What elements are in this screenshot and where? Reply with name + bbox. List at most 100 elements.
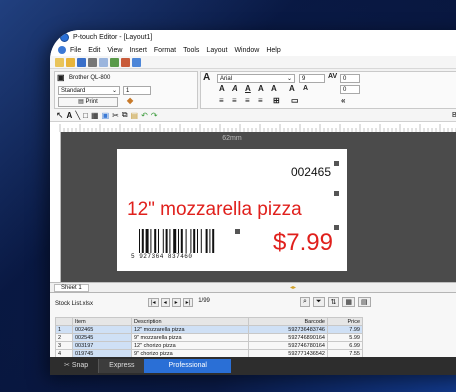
description-cell[interactable]: 12" mozzarella pizza xyxy=(131,325,249,334)
next-record-icon[interactable]: ▸ xyxy=(171,298,181,307)
layout-canvas[interactable]: 62mm 002465 12" mozzarella pizza 5 92736… xyxy=(61,132,456,282)
filter-icon[interactable]: ⏷ xyxy=(312,297,325,307)
table-tool-icon[interactable]: ▦ xyxy=(91,111,99,120)
print-icon[interactable] xyxy=(88,57,97,67)
image-tool-icon[interactable]: ▣ xyxy=(102,111,110,120)
table-row[interactable]: 1 002465 12" mozzarella pizza 5927364837… xyxy=(55,325,363,334)
product-name-text[interactable]: 12" mozzarella pizza xyxy=(127,199,302,221)
library-icon[interactable] xyxy=(132,57,141,67)
price-cell[interactable]: 6.99 xyxy=(327,341,363,350)
column-header[interactable]: Price xyxy=(327,317,363,326)
print-mode-select[interactable]: Standard ⌄ xyxy=(58,86,120,95)
font-family-value: Arial xyxy=(220,76,233,82)
shape-tool-icon[interactable]: □ xyxy=(83,111,88,120)
char-spacing-field[interactable]: 0 xyxy=(340,74,360,83)
item-code-text[interactable]: 002465 xyxy=(291,165,331,179)
transfer-icon[interactable] xyxy=(121,57,130,67)
barcode-bar xyxy=(178,229,179,253)
first-record-icon[interactable]: |◂ xyxy=(148,298,159,307)
font-icon: A xyxy=(203,72,211,83)
grow-font-icon[interactable]: A xyxy=(289,84,295,93)
underline-icon[interactable]: A xyxy=(245,84,251,93)
new-icon[interactable] xyxy=(55,57,64,67)
sort-icon[interactable]: ⇅ xyxy=(327,297,340,307)
menu-help[interactable]: Help xyxy=(266,47,280,54)
standard-toolbar xyxy=(50,56,456,69)
more-options-icon[interactable]: « xyxy=(341,96,345,105)
italic-icon[interactable]: A xyxy=(232,84,238,93)
line-spacing-field[interactable]: 0 xyxy=(340,85,360,94)
print-options-icon[interactable]: ◆ xyxy=(127,96,133,105)
save-icon[interactable] xyxy=(77,57,86,67)
buy-icon[interactable]: Buy xyxy=(452,112,456,119)
item-cell[interactable]: 002545 xyxy=(72,333,132,342)
item-cell[interactable]: 003197 xyxy=(72,341,132,350)
menu-tools[interactable]: Tools xyxy=(183,47,199,54)
column-header[interactable]: Item xyxy=(72,317,132,326)
menu-file[interactable]: File xyxy=(70,47,81,54)
barcode-cell[interactable]: 592746780164 xyxy=(248,341,328,350)
align-center-icon[interactable]: ≡ xyxy=(232,96,237,105)
barcode-bar xyxy=(145,229,149,253)
font-family-select[interactable]: Arial ⌄ xyxy=(217,74,295,83)
price-cell[interactable]: 5.99 xyxy=(327,333,363,342)
label-preview[interactable]: 002465 12" mozzarella pizza 5 927364 837… xyxy=(117,149,347,271)
row-number: 2 xyxy=(55,333,73,342)
price-text[interactable]: $7.99 xyxy=(273,229,333,257)
redo-icon[interactable]: ↷ xyxy=(151,111,158,120)
window-title: P-touch Editor - [Layout1] xyxy=(73,33,153,41)
table-row[interactable]: 2 002545 9" mozzarella pizza 59274689016… xyxy=(55,333,363,342)
barcode-bars xyxy=(139,229,215,253)
line-tool-icon[interactable]: ╲ xyxy=(75,111,80,120)
frame-icon[interactable]: ▭ xyxy=(291,96,299,105)
column-header[interactable]: Description xyxy=(131,317,249,326)
undo-icon[interactable]: ↶ xyxy=(141,111,148,120)
barcode-graphic[interactable] xyxy=(139,229,235,255)
copies-stepper[interactable]: 1 xyxy=(123,86,151,95)
table-row[interactable]: 3 003197 12" chorizo pizza 592746780164 … xyxy=(55,341,363,350)
description-cell[interactable]: 9" mozzarella pizza xyxy=(131,333,249,342)
description-cell[interactable]: 12" chorizo pizza xyxy=(131,341,249,350)
print-preview-icon[interactable] xyxy=(99,57,108,67)
barcode-cell[interactable]: 592736483746 xyxy=(248,325,328,334)
price-cell[interactable]: 7.99 xyxy=(327,325,363,334)
last-record-icon[interactable]: ▸| xyxy=(182,298,194,307)
font-size-select[interactable]: 9 xyxy=(299,74,325,83)
shrink-font-icon[interactable]: A xyxy=(303,85,308,92)
cut-icon[interactable]: ✂ xyxy=(112,111,119,120)
text-tool-icon[interactable]: A xyxy=(67,111,73,120)
scroll-left-icon[interactable]: ◂▸ xyxy=(290,284,296,291)
vertical-text-icon[interactable]: ⊞ xyxy=(273,96,280,105)
justify-icon[interactable]: ≡ xyxy=(258,96,263,105)
menu-layout[interactable]: Layout xyxy=(206,47,227,54)
menu-insert[interactable]: Insert xyxy=(129,47,147,54)
sheet-tab[interactable]: Sheet 1 xyxy=(54,284,89,292)
item-cell[interactable]: 002465 xyxy=(72,325,132,334)
bold-icon[interactable]: A xyxy=(219,84,225,93)
prev-record-icon[interactable]: ◂ xyxy=(160,298,170,307)
menu-format[interactable]: Format xyxy=(154,47,176,54)
database-icon[interactable] xyxy=(110,57,119,67)
barcode-bar xyxy=(180,229,183,253)
professional-mode-tab[interactable]: Professional xyxy=(144,359,231,373)
form-view-icon[interactable]: ▤ xyxy=(358,297,371,307)
open-icon[interactable] xyxy=(66,57,75,67)
barcode-cell[interactable]: 592746890164 xyxy=(248,333,328,342)
shadow-icon[interactable]: A xyxy=(271,84,277,93)
copy-icon[interactable]: ⧉ xyxy=(122,110,128,120)
search-icon[interactable]: ⌕ xyxy=(300,297,310,307)
grid-view-icon[interactable]: ▦ xyxy=(342,297,356,307)
menu-window[interactable]: Window xyxy=(234,47,259,54)
express-mode-tab[interactable]: Express xyxy=(98,359,145,373)
menu-view[interactable]: View xyxy=(107,47,122,54)
snap-mode-tab[interactable]: ✂ Snap xyxy=(50,359,98,373)
column-header[interactable]: Barcode xyxy=(248,317,328,326)
menu-edit[interactable]: Edit xyxy=(88,47,100,54)
select-arrow-icon[interactable]: ↖ xyxy=(56,110,64,121)
align-right-icon[interactable]: ≡ xyxy=(245,96,250,105)
paste-icon[interactable]: ▤ xyxy=(131,111,139,120)
align-left-icon[interactable]: ≡ xyxy=(219,96,224,105)
outline-icon[interactable]: A xyxy=(258,84,264,93)
print-button[interactable]: ▤ Print xyxy=(58,97,118,107)
column-header xyxy=(55,317,73,326)
